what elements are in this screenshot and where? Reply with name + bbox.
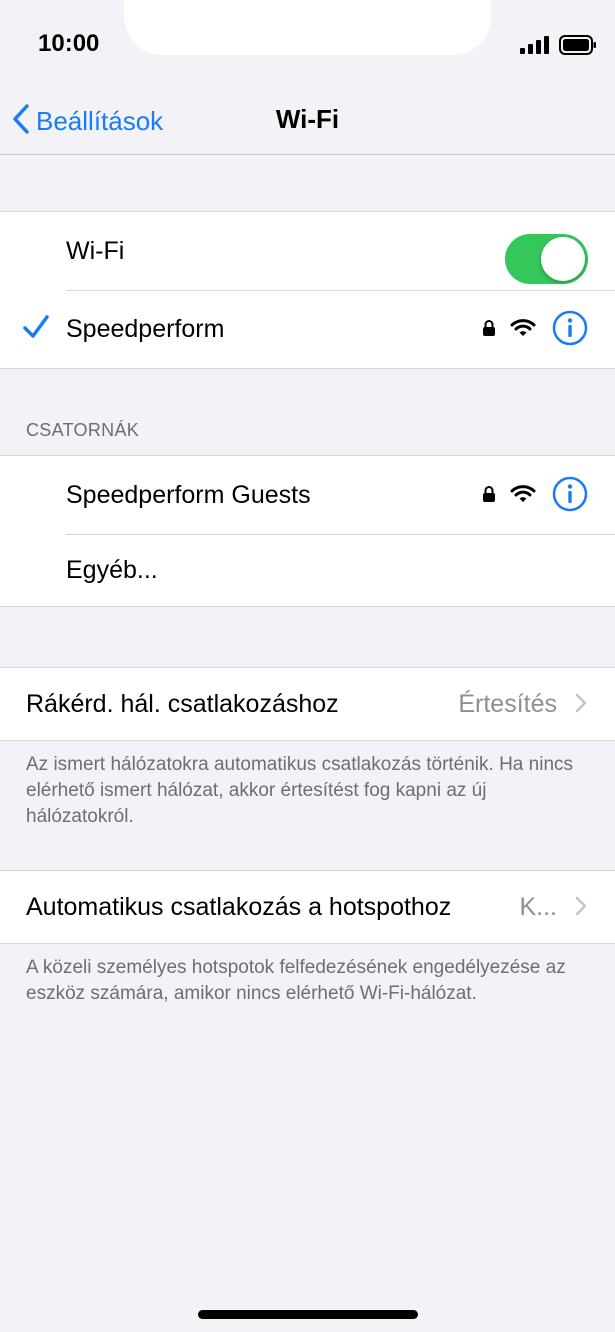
section-header-channels: CSATORNÁK xyxy=(26,420,140,440)
navigation-bar: Beállítások Wi-Fi xyxy=(0,90,615,155)
connected-network-name: Speedperform xyxy=(66,314,225,343)
notch xyxy=(124,0,491,55)
wifi-icon xyxy=(510,318,536,343)
battery-icon xyxy=(559,35,597,60)
wifi-group: Wi-Fi Speedperform xyxy=(0,211,615,369)
status-time: 10:00 xyxy=(38,30,100,57)
network-icons xyxy=(482,310,588,351)
chevron-right-icon xyxy=(575,896,587,921)
hotspot-value: K... xyxy=(519,892,557,921)
other-network-label: Egyéb... xyxy=(66,555,158,584)
wifi-icon xyxy=(510,484,536,509)
ask-join-group: Rákérd. hál. csatlakozáshoz Értesítés xyxy=(0,667,615,741)
hotspot-group: Automatikus csatlakozás a hotspothoz K..… xyxy=(0,870,615,944)
other-network-row[interactable]: Egyéb... xyxy=(0,534,615,606)
ask-join-footer: Az ismert hálózatokra automatikus csatla… xyxy=(26,754,574,827)
info-icon[interactable] xyxy=(552,476,588,517)
chevron-right-icon xyxy=(575,693,587,718)
signal-icon xyxy=(520,36,550,59)
network-name: Speedperform Guests xyxy=(66,480,311,509)
lock-icon xyxy=(482,485,496,508)
network-row[interactable]: Speedperform Guests xyxy=(0,456,615,534)
ask-join-row[interactable]: Rákérd. hál. csatlakozáshoz Értesítés xyxy=(0,668,615,740)
home-indicator[interactable] xyxy=(198,1310,418,1319)
connected-network-row[interactable]: Speedperform xyxy=(0,290,615,368)
lock-icon xyxy=(482,319,496,342)
network-icons xyxy=(482,476,588,517)
toggle-knob xyxy=(541,237,585,281)
hotspot-row[interactable]: Automatikus csatlakozás a hotspothoz K..… xyxy=(0,871,615,943)
wifi-toggle[interactable] xyxy=(505,234,588,284)
status-bar: 10:00 xyxy=(0,0,615,90)
ask-join-value: Értesítés xyxy=(458,689,557,718)
wifi-toggle-label: Wi-Fi xyxy=(66,236,125,265)
channels-group: Speedperform Guests Egyéb... xyxy=(0,455,615,607)
hotspot-footer: A közeli személyes hotspotok felfedezésé… xyxy=(26,957,566,1004)
wifi-toggle-row: Wi-Fi xyxy=(0,212,615,290)
ask-join-label: Rákérd. hál. csatlakozáshoz xyxy=(26,689,339,718)
info-icon[interactable] xyxy=(552,310,588,351)
hotspot-label: Automatikus csatlakozás a hotspothoz xyxy=(26,892,452,921)
page-title: Wi-Fi xyxy=(275,104,340,134)
checkmark-icon xyxy=(22,314,50,345)
